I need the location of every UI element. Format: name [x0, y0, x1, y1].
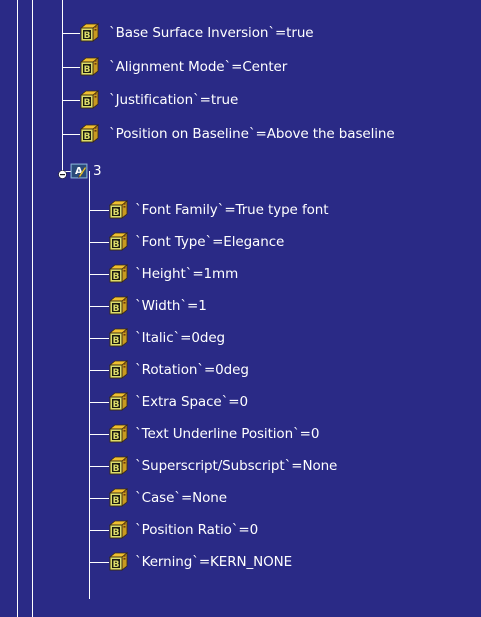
parameter-icon: B [107, 264, 129, 284]
parameter-row[interactable]: B `Italic`=0deg [0, 323, 481, 353]
parameter-label: `Kerning`=KERN_NONE [135, 554, 293, 570]
parameter-label: `Text Underline Position`=0 [135, 426, 320, 442]
parameter-row[interactable]: B `Text Underline Position`=0 [0, 419, 481, 449]
parameter-label: `Width`=1 [135, 298, 207, 314]
parameter-row[interactable]: B `Position on Baseline`=Above the baseli… [0, 119, 481, 149]
svg-text:B: B [113, 496, 120, 506]
parameter-icon: B [107, 488, 129, 508]
svg-text:B: B [113, 528, 120, 538]
parameter-label: `Position on Baseline`=Above the baselin… [109, 125, 395, 142]
parameter-label: `Italic`=0deg [135, 330, 226, 346]
parameter-icon: B [107, 456, 129, 476]
text-node-label: 3 [93, 163, 102, 179]
parameter-row[interactable]: B `Font Type`=Elegance [0, 227, 481, 257]
svg-text:B: B [113, 400, 120, 410]
svg-text:B: B [113, 464, 120, 474]
svg-text:B: B [84, 65, 91, 75]
parameter-row[interactable]: B `Case`=None [0, 483, 481, 513]
parameter-icon: B [107, 296, 129, 316]
svg-text:B: B [113, 336, 120, 346]
parameter-label: `Justification`=true [109, 92, 239, 108]
parameter-icon: B [78, 90, 100, 110]
parameter-label: `Font Family`=True type font [135, 202, 329, 218]
tree-connector [89, 498, 109, 499]
tree-connector [89, 210, 109, 211]
svg-text:B: B [113, 368, 120, 378]
parameter-row[interactable]: B `Height`=1mm [0, 259, 481, 289]
parameter-row[interactable]: B `Rotation`=0deg [0, 355, 481, 385]
tree-connector [89, 306, 109, 307]
parameter-label: `Superscript/Subscript`=None [135, 458, 338, 474]
parameter-row[interactable]: B `Font Family`=True type font [0, 195, 481, 225]
collapse-toggle-icon[interactable] [58, 167, 67, 179]
parameter-row[interactable]: B `Kerning`=KERN_NONE [0, 547, 481, 577]
parameter-label: `Base Surface Inversion`=true [109, 25, 314, 41]
parameter-row[interactable]: B `Base Surface Inversion`=true [0, 18, 481, 48]
parameter-icon: B [78, 123, 100, 144]
parameter-label: `Rotation`=0deg [135, 362, 249, 378]
parameter-icon: B [107, 328, 129, 348]
svg-text:B: B [113, 304, 120, 314]
svg-text:B: B [84, 132, 91, 142]
svg-text:B: B [113, 240, 120, 250]
tree-connector [89, 242, 109, 243]
text-node-row[interactable]: A3 [0, 156, 481, 186]
parameter-icon: B [107, 200, 129, 220]
parameter-label: `Position Ratio`=0 [135, 522, 259, 538]
tree-connector [89, 338, 109, 339]
tree-connector [89, 402, 109, 403]
parameter-label: `Font Type`=Elegance [135, 234, 285, 250]
parameter-row[interactable]: B `Position Ratio`=0 [0, 515, 481, 545]
svg-text:B: B [113, 208, 120, 218]
svg-text:B: B [113, 272, 120, 282]
parameter-row[interactable]: B `Width`=1 [0, 291, 481, 321]
tree-connector [89, 562, 109, 563]
svg-text:B: B [84, 31, 91, 41]
parameter-label: `Alignment Mode`=Center [109, 58, 288, 75]
parameter-icon: B [107, 424, 129, 444]
tree-connector [89, 434, 109, 435]
svg-text:B: B [113, 560, 120, 570]
parameter-icon: B [107, 552, 129, 572]
parameter-row[interactable]: B `Superscript/Subscript`=None [0, 451, 481, 481]
parameter-label: `Extra Space`=0 [135, 394, 248, 410]
parameter-icon: B [78, 56, 100, 77]
tree-connector [89, 530, 109, 531]
parameter-icon: B [107, 232, 129, 252]
tree-connector [89, 466, 109, 467]
parameter-label: `Height`=1mm [135, 266, 239, 282]
parameter-icon: B [107, 360, 129, 380]
parameter-icon: B [107, 520, 129, 540]
svg-text:B: B [84, 98, 91, 108]
parameter-icon: B [107, 392, 129, 412]
parameter-label: `Case`=None [135, 490, 227, 506]
svg-text:B: B [113, 432, 120, 442]
parameter-row[interactable]: B `Justification`=true [0, 85, 481, 115]
tree-connector [89, 274, 109, 275]
parameter-icon: B [78, 23, 100, 43]
parameter-row[interactable]: B `Alignment Mode`=Center [0, 52, 481, 82]
parameter-row[interactable]: B `Extra Space`=0 [0, 387, 481, 417]
tree-connector [89, 370, 109, 371]
text-node-icon: A [70, 162, 88, 180]
